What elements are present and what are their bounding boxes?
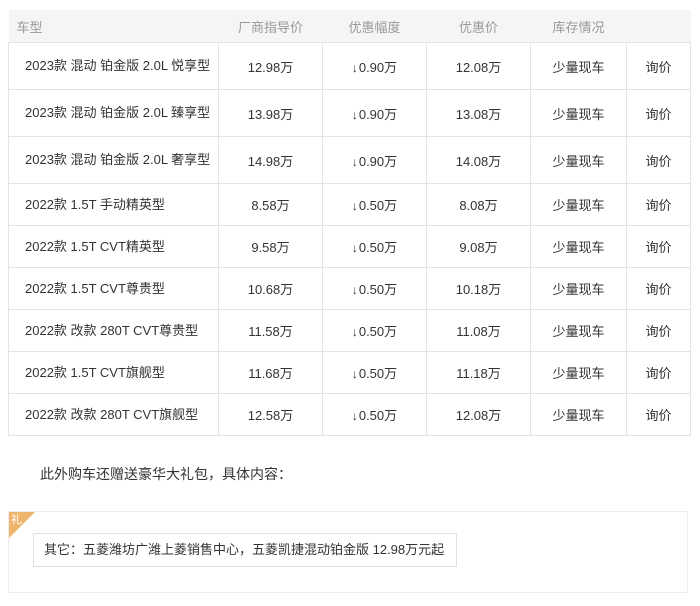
header-msrp: 厂商指导价 bbox=[218, 10, 323, 43]
cell-stock: 少量现车 bbox=[530, 351, 627, 394]
cell-stock: 少量现车 bbox=[530, 136, 627, 184]
table-row: 2022款 1.5T CVT尊贵型 10.68万 ↓0.50万 10.18万 少量现车询… bbox=[8, 267, 691, 310]
cell-stock: 少量现车 bbox=[530, 225, 627, 268]
cell-stock: 少量现车 bbox=[530, 183, 627, 226]
price-table: 车型 厂商指导价 优惠幅度 优惠价 库存情况 2023款 混动 铂金版 2.0L… bbox=[8, 10, 691, 436]
cell-model: 2022款 改款 280T CVT尊贵型 bbox=[8, 309, 219, 352]
header-action bbox=[626, 10, 691, 43]
inquire-price-button[interactable]: 询价 bbox=[626, 225, 691, 268]
gift-badge-label: 礼 bbox=[11, 514, 22, 526]
gift-intro: 此外购车还赠送豪华大礼包，具体内容： bbox=[40, 466, 292, 482]
cell-model: 2022款 改款 280T CVT旗舰型 bbox=[8, 393, 219, 436]
cell-stock: 少量现车 bbox=[530, 393, 627, 436]
cell-discount: ↓0.50万 bbox=[322, 309, 427, 352]
gift-box: 礼 其它：五菱潍坊广潍上菱销售中心，五菱凯捷混动铂金版 12.98万元起 bbox=[8, 511, 688, 593]
discount-value: 0.50万 bbox=[358, 408, 398, 423]
cell-promo-price: 11.08万 bbox=[426, 309, 531, 352]
down-arrow-icon: ↓ bbox=[351, 241, 358, 255]
inquire-price-button[interactable]: 询价 bbox=[626, 136, 691, 184]
cell-msrp: 11.68万 bbox=[218, 351, 323, 394]
cell-promo-price: 11.18万 bbox=[426, 351, 531, 394]
discount-value: 0.90万 bbox=[358, 106, 398, 122]
cell-model: 2022款 1.5T 手动精英型 bbox=[8, 183, 219, 226]
cell-discount: ↓0.50万 bbox=[322, 225, 427, 268]
discount-value: 0.50万 bbox=[358, 240, 398, 255]
cell-promo-price: 8.08万 bbox=[426, 183, 531, 226]
inquire-price-button[interactable]: 询价 bbox=[626, 42, 691, 90]
cell-msrp: 12.58万 bbox=[218, 393, 323, 436]
table-body: 2023款 混动 铂金版 2.0L 悦享型 12.98万 ↓0.90万 12.08万少… bbox=[8, 42, 691, 436]
cell-promo-price: 12.08万 bbox=[426, 393, 531, 436]
cell-model: 2022款 1.5T CVT尊贵型 bbox=[8, 267, 219, 310]
table-row: 2022款 改款 280T CVT尊贵型 11.58万 ↓0.50万 11.08万 少量… bbox=[8, 309, 691, 352]
table-row: 2023款 混动 铂金版 2.0L 悦享型 12.98万 ↓0.90万 12.08万少… bbox=[8, 42, 691, 90]
down-arrow-icon: ↓ bbox=[351, 199, 358, 213]
inquire-price-button[interactable]: 询价 bbox=[626, 309, 691, 352]
cell-stock: 少量现车 bbox=[530, 309, 627, 352]
cell-discount: ↓0.90万 bbox=[322, 89, 427, 137]
table-row: 2022款 1.5T CVT旗舰型 11.68万 ↓0.50万 11.18万 少量现车询… bbox=[8, 351, 691, 394]
inquire-price-button[interactable]: 询价 bbox=[626, 89, 691, 137]
table-row: 2022款 改款 280T CVT旗舰型 12.58万 ↓0.50万 12.08万 少量… bbox=[8, 393, 691, 436]
down-arrow-icon: ↓ bbox=[351, 409, 358, 423]
discount-value: 0.50万 bbox=[358, 198, 398, 213]
down-arrow-icon: ↓ bbox=[351, 283, 358, 297]
table-row: 2022款 1.5T CVT精英型 9.58万 ↓0.50万 9.08万 少量现车 询价 bbox=[8, 225, 691, 268]
cell-promo-price: 13.08万 bbox=[426, 89, 531, 137]
header-model: 车型 bbox=[8, 10, 219, 43]
discount-value: 0.50万 bbox=[358, 324, 398, 339]
down-arrow-icon: ↓ bbox=[351, 60, 358, 75]
cell-discount: ↓0.50万 bbox=[322, 267, 427, 310]
cell-msrp: 10.68万 bbox=[218, 267, 323, 310]
cell-msrp: 13.98万 bbox=[218, 89, 323, 137]
cell-msrp: 11.58万 bbox=[218, 309, 323, 352]
discount-value: 0.50万 bbox=[358, 366, 398, 381]
cell-model: 2023款 混动 铂金版 2.0L 悦享型 bbox=[8, 42, 219, 90]
cell-stock: 少量现车 bbox=[530, 42, 627, 90]
cell-discount: ↓0.90万 bbox=[322, 136, 427, 184]
cell-msrp: 8.58万 bbox=[218, 183, 323, 226]
cell-promo-price: 12.08万 bbox=[426, 42, 531, 90]
cell-msrp: 14.98万 bbox=[218, 136, 323, 184]
cell-stock: 少量现车 bbox=[530, 267, 627, 310]
gift-item: 其它：五菱潍坊广潍上菱销售中心，五菱凯捷混动铂金版 12.98万元起 bbox=[33, 533, 458, 567]
down-arrow-icon: ↓ bbox=[351, 325, 358, 339]
inquire-price-button[interactable]: 询价 bbox=[626, 183, 691, 226]
header-promo-price: 优惠价 bbox=[426, 10, 531, 43]
header-stock: 库存情况 bbox=[530, 10, 627, 43]
inquire-price-button[interactable]: 询价 bbox=[626, 393, 691, 436]
discount-value: 0.50万 bbox=[358, 282, 398, 297]
cell-promo-price: 9.08万 bbox=[426, 225, 531, 268]
table-row: 2023款 混动 铂金版 2.0L 奢享型 14.98万 ↓0.90万 14.08万少… bbox=[8, 136, 691, 184]
cell-discount: ↓0.50万 bbox=[322, 183, 427, 226]
cell-msrp: 9.58万 bbox=[218, 225, 323, 268]
down-arrow-icon: ↓ bbox=[351, 107, 358, 122]
cell-promo-price: 10.18万 bbox=[426, 267, 531, 310]
discount-value: 0.90万 bbox=[358, 59, 398, 75]
header-discount: 优惠幅度 bbox=[322, 10, 427, 43]
inquire-price-button[interactable]: 询价 bbox=[626, 267, 691, 310]
cell-discount: ↓0.90万 bbox=[322, 42, 427, 90]
cell-model: 2022款 1.5T CVT精英型 bbox=[8, 225, 219, 268]
inquire-price-button[interactable]: 询价 bbox=[626, 351, 691, 394]
table-row: 2023款 混动 铂金版 2.0L 臻享型 13.98万 ↓0.90万 13.08万少… bbox=[8, 89, 691, 137]
cell-discount: ↓0.50万 bbox=[322, 393, 427, 436]
cell-model: 2023款 混动 铂金版 2.0L 臻享型 bbox=[8, 89, 219, 137]
cell-discount: ↓0.50万 bbox=[322, 351, 427, 394]
discount-value: 0.90万 bbox=[358, 153, 398, 169]
cell-model: 2022款 1.5T CVT旗舰型 bbox=[8, 351, 219, 394]
cell-msrp: 12.98万 bbox=[218, 42, 323, 90]
cell-model: 2023款 混动 铂金版 2.0L 奢享型 bbox=[8, 136, 219, 184]
table-row: 2022款 1.5T 手动精英型 8.58万 ↓0.50万 8.08万 少量现车 询价 bbox=[8, 183, 691, 226]
down-arrow-icon: ↓ bbox=[351, 154, 358, 169]
table-header-row: 车型 厂商指导价 优惠幅度 优惠价 库存情况 bbox=[8, 10, 691, 43]
down-arrow-icon: ↓ bbox=[351, 367, 358, 381]
cell-stock: 少量现车 bbox=[530, 89, 627, 137]
cell-promo-price: 14.08万 bbox=[426, 136, 531, 184]
